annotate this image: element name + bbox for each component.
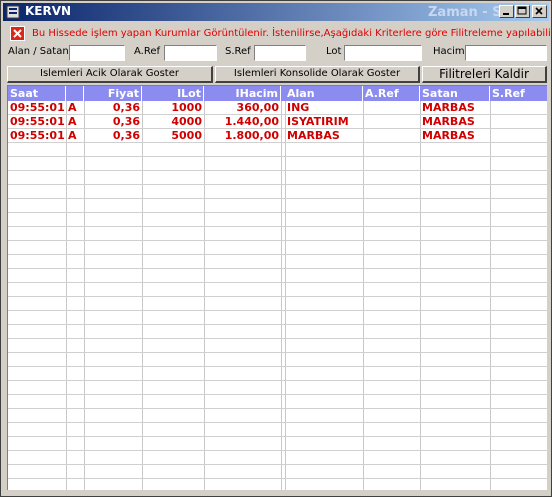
row-divider	[8, 464, 547, 465]
table-cell-aref[interactable]	[363, 101, 420, 114]
table-cell-ilot[interactable]: 5000	[142, 129, 204, 142]
row-divider	[8, 282, 547, 283]
table-header: Saat Fiyat ILot IHacim Alan A.Ref Satan …	[8, 86, 547, 101]
row-divider	[8, 394, 547, 395]
window-subtitle: Zaman - Satis	[428, 5, 508, 20]
lot-input[interactable]	[344, 45, 422, 61]
hacim-input[interactable]	[465, 45, 547, 61]
info-message: Bu Hissede işlem yapan Kurumlar Görüntül…	[32, 28, 552, 39]
row-divider	[8, 198, 547, 199]
row-divider	[8, 310, 547, 311]
table-cell-saat[interactable]: 09:55:01	[8, 129, 66, 142]
row-divider	[8, 170, 547, 171]
row-divider	[8, 296, 547, 297]
header-side[interactable]	[66, 86, 84, 101]
table-cell-side[interactable]: A	[66, 115, 84, 128]
row-divider	[8, 240, 547, 241]
header-aref[interactable]: A.Ref	[363, 86, 420, 101]
header-saat[interactable]: Saat	[8, 86, 66, 101]
header-fiyat[interactable]: Fiyat	[84, 86, 142, 101]
table-cell-satan[interactable]: MARBAS	[420, 115, 490, 128]
table-cell-sref[interactable]	[490, 115, 547, 128]
row-divider	[8, 422, 547, 423]
table-cell-alan[interactable]: MARBAS	[285, 129, 363, 142]
row-divider	[8, 254, 547, 255]
hacim-label: Hacim	[433, 46, 465, 57]
row-divider	[8, 212, 547, 213]
show-consolidated-button[interactable]: Islemleri Konsolide Olarak Goster	[215, 66, 420, 83]
table-cell-satan[interactable]: MARBAS	[420, 129, 490, 142]
aref-input[interactable]	[164, 45, 217, 61]
row-divider	[8, 184, 547, 185]
row-divider	[8, 380, 547, 381]
table-cell-sref[interactable]	[490, 129, 547, 142]
minimize-icon	[503, 13, 509, 15]
close-button[interactable]	[532, 5, 547, 18]
row-divider	[8, 324, 547, 325]
table-cell-satan[interactable]: MARBAS	[420, 101, 490, 114]
row-divider	[8, 436, 547, 437]
row-divider	[8, 268, 547, 269]
table-cell-fiyat[interactable]: 0,36	[84, 115, 142, 128]
row-divider	[8, 156, 547, 157]
table-cell-ilot[interactable]: 1000	[142, 101, 204, 114]
table-cell-side[interactable]: A	[66, 129, 84, 142]
row-divider	[8, 478, 547, 479]
header-satan[interactable]: Satan	[420, 86, 490, 101]
alan-satan-input[interactable]	[69, 45, 125, 61]
sref-label: S.Ref	[225, 46, 251, 57]
table-cell-aref[interactable]	[363, 115, 420, 128]
app-icon	[6, 5, 20, 19]
table-cell-alan[interactable]: ISYATIRIM	[285, 115, 363, 128]
row-divider	[8, 450, 547, 451]
table-cell-ihacim[interactable]: 1.800,00	[204, 129, 281, 142]
header-sref[interactable]: S.Ref	[490, 86, 547, 101]
error-icon	[10, 26, 25, 41]
table-cell-sref[interactable]	[490, 101, 547, 114]
row-divider	[8, 226, 547, 227]
row-divider	[8, 338, 547, 339]
table-cell-ihacim[interactable]: 1.440,00	[204, 115, 281, 128]
row-divider	[8, 352, 547, 353]
table-cell-ihacim[interactable]: 360,00	[204, 101, 281, 114]
table-cell-side[interactable]: A	[66, 101, 84, 114]
minimize-button[interactable]	[499, 5, 514, 18]
row-divider	[8, 408, 547, 409]
window-title: KERVN	[25, 4, 72, 18]
aref-label: A.Ref	[134, 46, 161, 57]
table-cell-saat[interactable]: 09:55:01	[8, 101, 66, 114]
header-ilot[interactable]: ILot	[142, 86, 204, 101]
row-divider	[8, 142, 547, 143]
remove-filters-button[interactable]: Filitreleri Kaldir	[422, 66, 547, 83]
header-ihacim[interactable]: IHacim	[204, 86, 281, 101]
lot-label: Lot	[326, 46, 342, 57]
table-cell-alan[interactable]: ING	[285, 101, 363, 114]
table-cell-ilot[interactable]: 4000	[142, 115, 204, 128]
sref-input[interactable]	[254, 45, 306, 61]
alan-satan-label: Alan / Satan	[8, 46, 69, 57]
table-cell-fiyat[interactable]: 0,36	[84, 101, 142, 114]
title-bar[interactable]: KERVN Zaman - Satis	[3, 3, 549, 21]
table-cell-fiyat[interactable]: 0,36	[84, 129, 142, 142]
table-cell-aref[interactable]	[363, 129, 420, 142]
close-icon	[535, 7, 543, 15]
maximize-button[interactable]	[515, 5, 530, 18]
header-alan[interactable]: Alan	[285, 86, 363, 101]
row-divider	[8, 366, 547, 367]
show-open-button[interactable]: Islemleri Acik Olarak Goster	[7, 66, 213, 83]
trades-table[interactable]: Saat Fiyat ILot IHacim Alan A.Ref Satan …	[7, 85, 547, 490]
trade-window: KERVN Zaman - Satis Bu Hissede işlem yap…	[0, 0, 552, 497]
maximize-icon	[517, 6, 527, 15]
table-cell-saat[interactable]: 09:55:01	[8, 115, 66, 128]
